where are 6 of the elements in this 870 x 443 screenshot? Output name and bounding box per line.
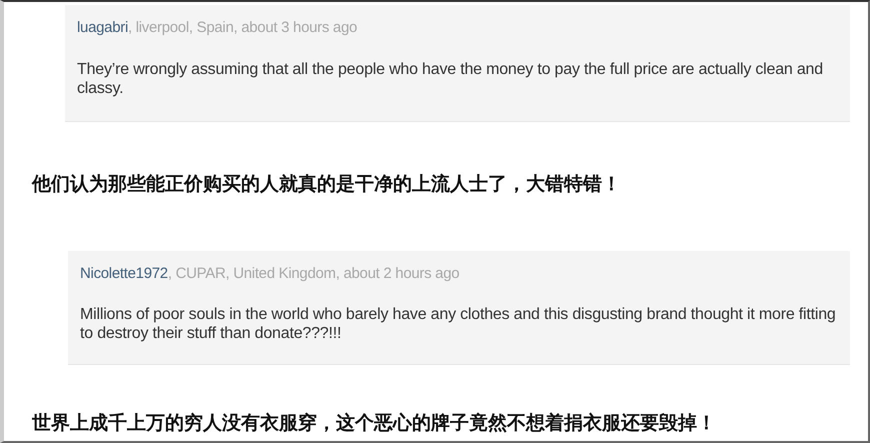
caption-text: 世界上成千上万的穷人没有衣服穿，这个恶心的牌子竟然不想着捐衣服还要毁掉！ xyxy=(31,410,717,436)
comment-text: They’re wrongly assuming that all the people who have the money to pay the full price are actually clean and classy. xyxy=(77,60,824,98)
comment-meta: Nicolette1972, CUPAR, United Kingdom, about 2 hours ago xyxy=(80,264,460,284)
caption-text: 他们认为那些能正价购买的人就真的是干净的上流人士了，大错特错！ xyxy=(30,172,622,197)
comment-meta: luagabri, liverpool, Spain, about 3 hours ago xyxy=(77,18,358,38)
comment-text: Millions of poor souls in the world who barely have any clothes and this disgusting brand thought it more fitting to destroy their stuff than donate???!!! xyxy=(80,305,836,344)
